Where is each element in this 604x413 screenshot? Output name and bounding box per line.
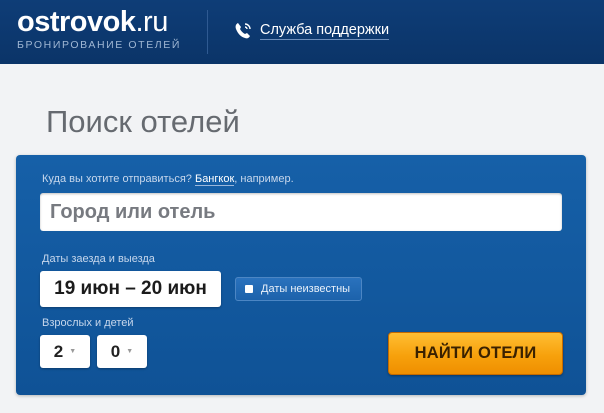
city-or-hotel-input[interactable] <box>40 193 562 231</box>
logo-text: ostrovok.ru <box>17 6 168 38</box>
phone-icon <box>235 23 251 39</box>
chevron-down-icon: ▼ <box>69 348 77 355</box>
support-link-group[interactable]: Служба поддержки <box>233 21 390 41</box>
dates-unknown-label: Даты неизвестны <box>261 283 351 295</box>
checkbox-icon[interactable] <box>245 285 253 293</box>
header-divider <box>207 10 208 54</box>
children-select[interactable]: 0 ▼ <box>97 335 147 368</box>
support-link[interactable]: Служба поддержки <box>260 22 390 40</box>
header-bar: ostrovok.ru БРОНИРОВАНИЕ ОТЕЛЕЙ Служба п… <box>0 0 604 64</box>
page-title: Поиск отелей <box>46 104 240 139</box>
hint-example-link[interactable]: Бангкок <box>194 173 235 186</box>
destination-hint: Куда вы хотите отправиться? Бангкок, нап… <box>42 173 294 186</box>
hint-prefix: Куда вы хотите отправиться? <box>42 173 192 185</box>
hint-suffix: , например. <box>234 173 294 185</box>
site-logo[interactable]: ostrovok.ru БРОНИРОВАНИЕ ОТЕЛЕЙ <box>17 6 181 51</box>
logo-subtitle: БРОНИРОВАНИЕ ОТЕЛЕЙ <box>17 39 182 51</box>
dates-label: Даты заезда и выезда <box>42 253 155 265</box>
children-value: 0 <box>110 341 121 361</box>
guests-label: Взрослых и детей <box>42 317 134 329</box>
adults-value: 2 <box>53 341 64 361</box>
chevron-down-icon: ▼ <box>126 348 134 355</box>
find-hotels-button[interactable]: НАЙТИ ОТЕЛИ <box>388 332 563 375</box>
dates-picker[interactable]: 19 июн – 20 июн <box>40 271 221 307</box>
adults-select[interactable]: 2 ▼ <box>40 335 90 368</box>
dates-unknown-toggle[interactable]: Даты неизвестны <box>235 277 362 301</box>
search-panel: Куда вы хотите отправиться? Бангкок, нап… <box>16 155 586 395</box>
